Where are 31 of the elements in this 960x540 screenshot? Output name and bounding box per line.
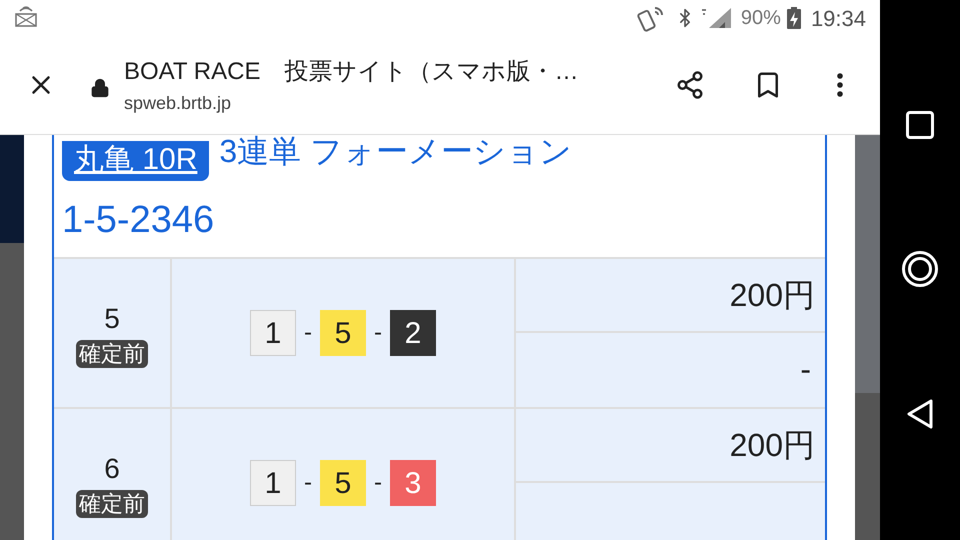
status-badge: 確定前 bbox=[76, 490, 148, 518]
boat-number: 1 bbox=[250, 310, 296, 356]
recents-button[interactable] bbox=[906, 111, 934, 139]
separator: - bbox=[304, 318, 312, 348]
boat-number: 1 bbox=[250, 460, 296, 506]
home-button[interactable] bbox=[902, 251, 938, 287]
separator: - bbox=[374, 468, 382, 498]
payout-cell-text: - bbox=[799, 350, 812, 389]
amount-cell: 200円 bbox=[516, 409, 825, 483]
row-number: 6 bbox=[104, 452, 120, 486]
row-number: 5 bbox=[104, 302, 120, 336]
bet-type: 3連単 フォーメーション bbox=[219, 135, 572, 171]
back-button[interactable] bbox=[905, 399, 935, 429]
clock: 19:34 bbox=[810, 4, 866, 32]
race-badge: 丸亀 10R bbox=[62, 141, 210, 181]
battery-charging-icon bbox=[786, 7, 801, 29]
separator: - bbox=[304, 468, 312, 498]
separator: - bbox=[374, 318, 382, 348]
share-icon bbox=[675, 70, 705, 100]
battery-percentage: 90% bbox=[740, 6, 781, 31]
boat-number: 5 bbox=[320, 460, 366, 506]
page-url: spweb.brtb.jp bbox=[124, 92, 232, 115]
status-badge: 確定前 bbox=[76, 340, 148, 368]
page-title: BOAT RACE 投票サイト（スマホ版・… bbox=[124, 56, 580, 86]
boat-number: 3 bbox=[390, 460, 436, 506]
signal-icon bbox=[700, 6, 733, 30]
boat-number: 5 bbox=[320, 310, 366, 356]
amount-cell: 200円 bbox=[516, 259, 825, 333]
more-icon bbox=[837, 73, 843, 97]
lock-icon bbox=[90, 78, 110, 98]
boat-number: 2 bbox=[390, 310, 436, 356]
